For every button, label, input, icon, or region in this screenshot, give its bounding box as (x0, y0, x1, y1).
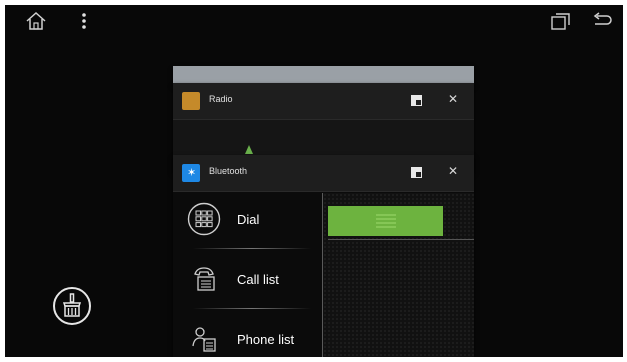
card-header: Bluetooth ✕ (173, 155, 474, 192)
radio-icon (182, 92, 200, 110)
menu-item-label: Call list (237, 272, 279, 287)
back-icon (593, 12, 612, 25)
card-title: Bluetooth (209, 166, 248, 176)
bluetooth-content-panel (323, 193, 474, 357)
close-icon[interactable]: ✕ (448, 92, 458, 106)
back-button[interactable] (591, 11, 613, 31)
menu-item-call-list[interactable]: Call list (173, 253, 321, 309)
dialpad-icon (187, 202, 221, 236)
radio-preview-marker (245, 145, 253, 154)
recent-card-bluetooth[interactable]: Bluetooth ✕ Dial (173, 155, 474, 357)
stop-app-icon[interactable] (411, 95, 422, 106)
menu-item-label: Phone list (237, 332, 295, 347)
menu-item-label: Dial (237, 212, 260, 227)
recent-apps-icon (551, 13, 570, 30)
close-icon[interactable]: ✕ (448, 164, 458, 178)
divider (193, 308, 311, 309)
screen: Radio ✕ Bluetooth ✕ (5, 5, 623, 357)
home-icon (26, 11, 46, 30)
menu-item-dial[interactable]: Dial (173, 193, 321, 249)
phone-list-icon (187, 322, 221, 356)
call-list-icon (187, 262, 221, 296)
overflow-menu-button[interactable] (79, 11, 89, 31)
card-title: Radio (209, 94, 233, 104)
home-button[interactable] (25, 11, 47, 31)
menu-item-phone-list[interactable]: Phone list (173, 313, 321, 357)
clear-all-button[interactable] (52, 286, 92, 326)
divider (193, 248, 311, 249)
stop-app-icon[interactable] (411, 167, 422, 178)
recent-apps-button[interactable] (550, 11, 572, 31)
card-header: Radio ✕ (173, 83, 474, 120)
bluetooth-icon (182, 164, 200, 182)
broom-clear-icon (53, 287, 91, 325)
dial-input-bar (328, 206, 443, 236)
overflow-menu-icon (82, 13, 86, 29)
divider (328, 239, 474, 240)
